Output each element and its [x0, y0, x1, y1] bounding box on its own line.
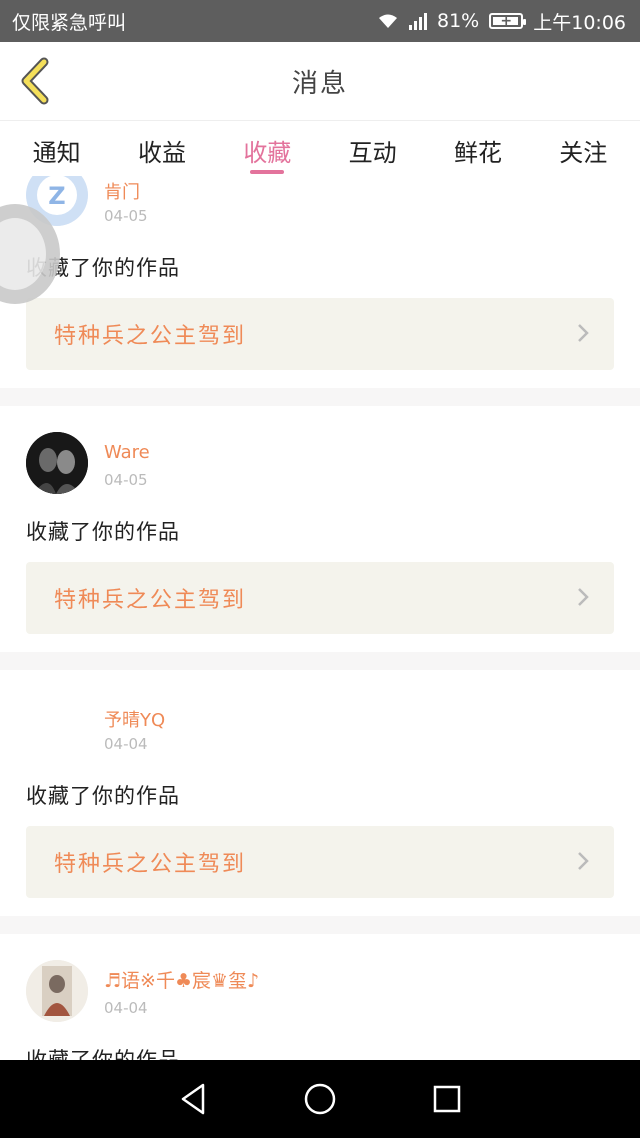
chevron-right-icon: [578, 324, 589, 342]
battery-icon: +: [489, 13, 527, 29]
carrier-text: 仅限紧急呼叫: [12, 11, 127, 34]
work-title: 特种兵之公主驾到: [54, 324, 247, 349]
work-link[interactable]: 特种兵之公主驾到: [26, 298, 614, 370]
user-photo-icon: [26, 432, 88, 494]
action-text: 收藏了你的作品: [26, 520, 180, 544]
battery-percent: 81%: [437, 10, 480, 32]
action-text: 收藏了你的作品: [26, 784, 180, 808]
circle-home-icon: [304, 1083, 336, 1115]
app-header: 消息: [0, 42, 640, 120]
tab-bar: 通知 收益 收藏 互动 鲜花 关注: [0, 120, 640, 176]
nav-home-button[interactable]: [300, 1079, 340, 1119]
user-name[interactable]: 肯门: [104, 178, 140, 204]
chevron-right-icon: [578, 852, 589, 870]
work-link[interactable]: 特种兵之公主驾到: [26, 826, 614, 898]
user-name[interactable]: 予晴YQ: [104, 706, 165, 732]
back-arrow-icon[interactable]: [16, 56, 56, 106]
action-text: 收藏了你的作品: [26, 1048, 180, 1060]
nav-recents-button[interactable]: [427, 1079, 467, 1119]
work-title: 特种兵之公主驾到: [54, 588, 247, 613]
item-date: 04-05: [104, 207, 148, 225]
item-date: 04-04: [104, 999, 148, 1017]
item-date: 04-04: [104, 735, 148, 753]
signal-icon: [409, 12, 427, 30]
tab-flowers[interactable]: 鲜花: [425, 121, 530, 176]
avatar[interactable]: [26, 960, 88, 1022]
tab-notice[interactable]: 通知: [4, 121, 109, 176]
avatar[interactable]: [26, 696, 88, 758]
chevron-right-icon: [578, 588, 589, 606]
page-title: 消息: [291, 68, 348, 99]
avatar[interactable]: [26, 432, 88, 494]
list-item: Ware 04-05 收藏了你的作品 特种兵之公主驾到: [0, 406, 640, 652]
user-photo-icon: [26, 960, 88, 1022]
list-item: Z 肯门 04-05 收藏了你的作品 特种兵之公主驾到: [0, 176, 640, 388]
tab-interactions[interactable]: 互动: [320, 121, 425, 176]
tab-indicator: [250, 170, 285, 174]
user-name[interactable]: Ware: [104, 442, 150, 463]
favorites-list: Z 肯门 04-05 收藏了你的作品 特种兵之公主驾到 Ware 04-05 收…: [0, 176, 640, 1060]
tab-favorites[interactable]: 收藏: [215, 121, 320, 176]
work-link[interactable]: 特种兵之公主驾到: [26, 562, 614, 634]
user-name[interactable]: ♬语※千♣宸♛玺♪: [104, 966, 259, 993]
list-item: ♬语※千♣宸♛玺♪ 04-04 收藏了你的作品: [0, 934, 640, 1060]
triangle-back-icon: [182, 1083, 205, 1115]
wifi-icon: [379, 14, 397, 28]
list-item: 予晴YQ 04-04 收藏了你的作品 特种兵之公主驾到: [0, 670, 640, 916]
clock: 上午10:06: [533, 11, 626, 34]
svg-text:Z: Z: [48, 182, 65, 210]
navigation-bar: [0, 1060, 640, 1138]
work-title: 特种兵之公主驾到: [54, 852, 247, 877]
square-recents-icon: [433, 1085, 460, 1113]
status-icons: 81% + 上午10:06: [377, 8, 626, 35]
tab-earnings[interactable]: 收益: [109, 121, 214, 176]
nav-back-button[interactable]: [173, 1079, 213, 1119]
tab-follow[interactable]: 关注: [531, 121, 636, 176]
status-bar: 仅限紧急呼叫 81% + 上午10:06: [0, 0, 640, 42]
item-date: 04-05: [104, 471, 148, 489]
